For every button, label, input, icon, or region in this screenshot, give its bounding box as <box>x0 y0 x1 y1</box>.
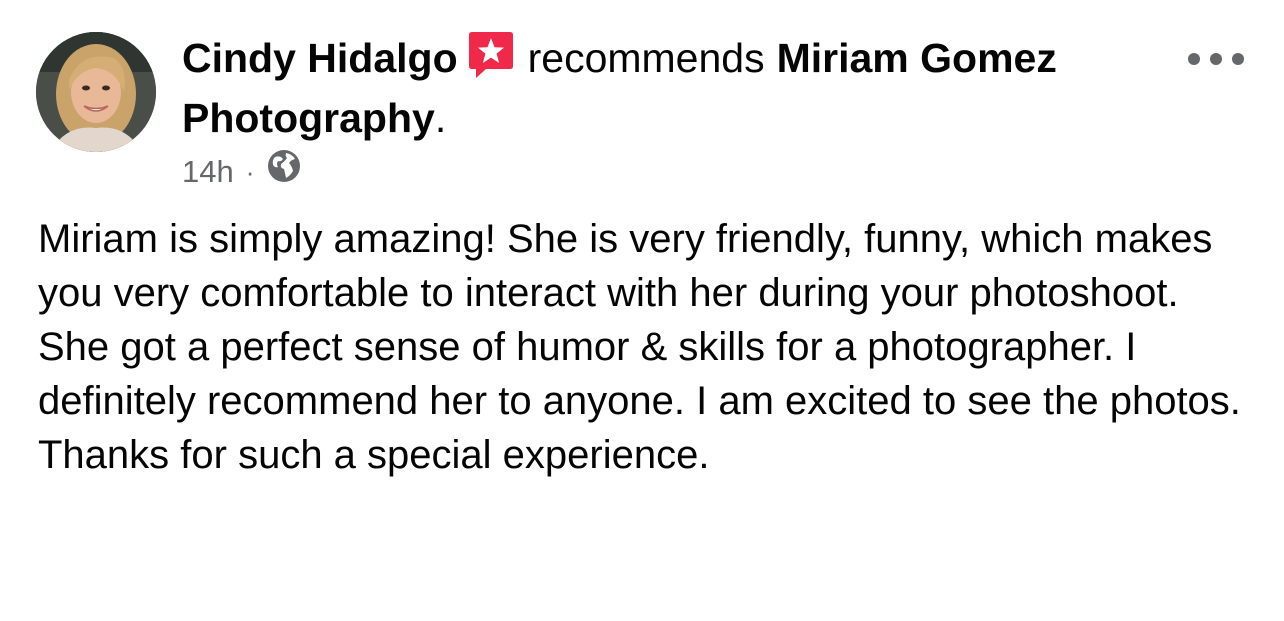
post-paragraph: Miriam is simply amazing! She is very fr… <box>38 217 1213 315</box>
header-period: . <box>434 95 447 141</box>
post-header: Cindy Hidalgo recommends Miriam Gomez Phot… <box>182 28 1182 148</box>
post-meta: 14h · <box>182 148 302 196</box>
page-name-line1[interactable]: Miriam Gomez <box>777 35 1057 81</box>
more-dot <box>1232 53 1244 65</box>
more-options-icon[interactable] <box>1188 44 1244 74</box>
more-dot <box>1188 53 1200 65</box>
post-card: Cindy Hidalgo recommends Miriam Gomez Phot… <box>0 0 1284 621</box>
page-name-line2[interactable]: Photography <box>182 95 435 141</box>
recommendation-star-icon <box>468 30 514 80</box>
globe-icon[interactable] <box>266 148 302 196</box>
timestamp[interactable]: 14h <box>182 150 234 194</box>
more-dot <box>1210 53 1222 65</box>
meta-separator: · <box>245 157 255 187</box>
author-name[interactable]: Cindy Hidalgo <box>182 35 458 81</box>
avatar-photo <box>36 32 156 152</box>
avatar[interactable] <box>36 32 156 152</box>
recommends-text: recommends <box>527 35 765 81</box>
post-body: Miriam is simply amazing! She is very fr… <box>38 212 1258 482</box>
post-paragraph: She got a perfect sense of humor & skill… <box>38 325 1241 477</box>
